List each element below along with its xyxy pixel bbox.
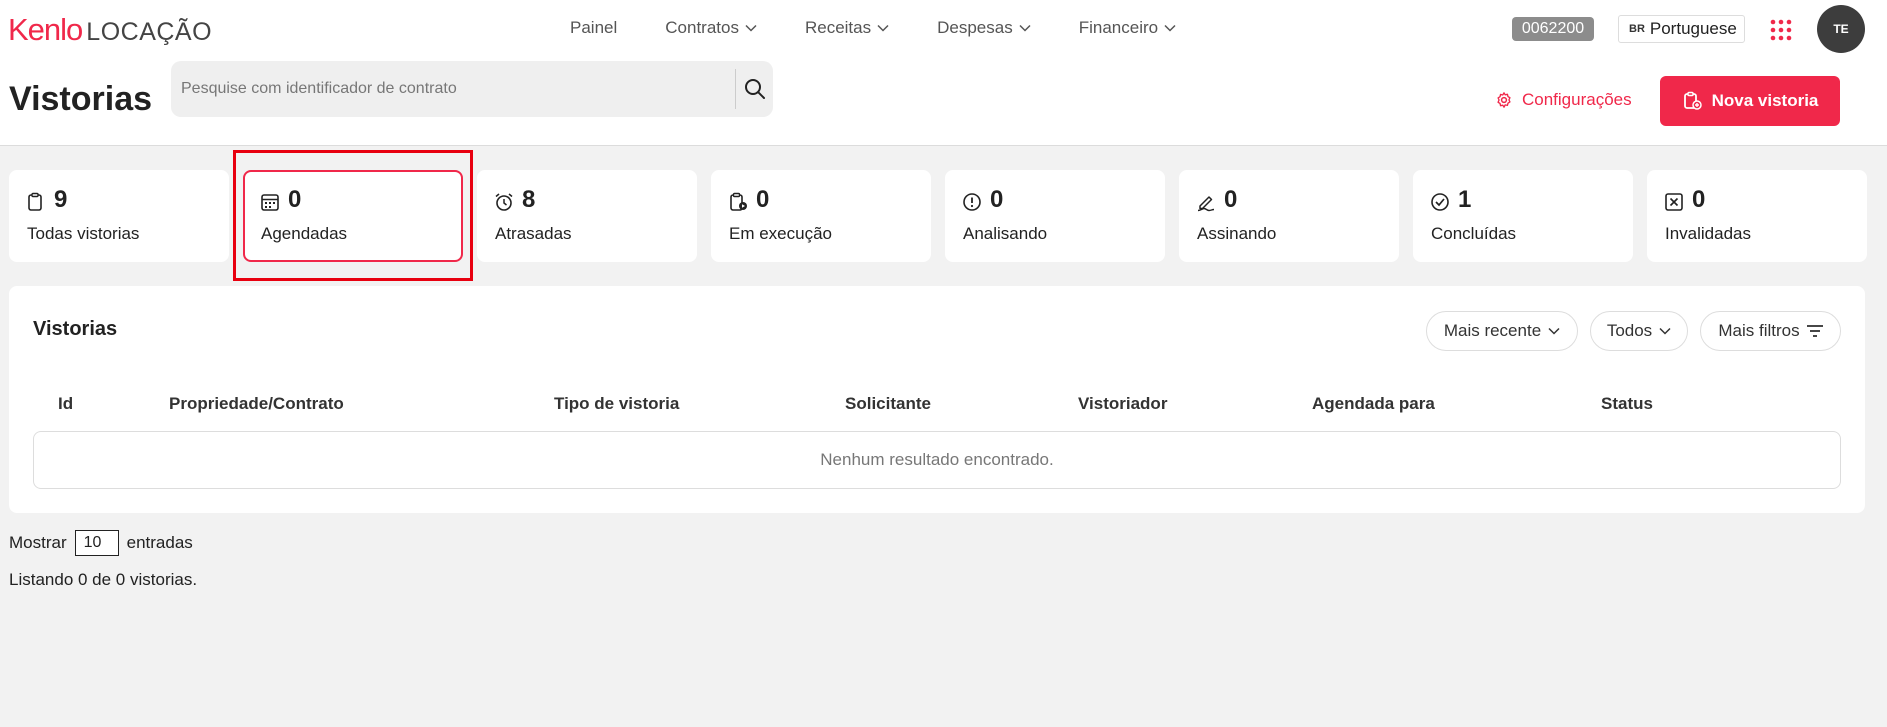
page-size-control: Mostrar 10 entradas — [9, 530, 193, 556]
search-icon — [745, 79, 765, 99]
stat-card-atrasadas[interactable]: 8 Atrasadas — [477, 170, 697, 262]
logo-brand: Kenlo — [8, 12, 83, 47]
alarm-clock-icon — [495, 193, 513, 211]
stat-card-todas[interactable]: 9 Todas vistorias — [9, 170, 229, 262]
stat-label: Concluídas — [1431, 224, 1517, 243]
clipboard-add-icon — [1683, 91, 1702, 110]
chevron-down-icon — [1548, 327, 1560, 335]
stat-label: Invalidadas — [1665, 224, 1752, 243]
stat-card-invalidadas[interactable]: 0 Invalidadas — [1647, 170, 1867, 262]
logo-sub: LOCAÇÃO — [86, 18, 213, 46]
clipboard-icon — [28, 192, 42, 211]
inspections-panel: Vistorias Mais recente Todos Mais filtro… — [9, 286, 1865, 513]
stat-count: 8 — [522, 186, 536, 213]
page-size-input[interactable]: 10 — [74, 530, 119, 556]
stat-label: Analisando — [963, 224, 1048, 243]
panel-title: Vistorias — [33, 318, 118, 340]
column-header-property[interactable]: Propriedade/Contrato — [169, 394, 344, 414]
chevron-down-icon — [1019, 24, 1031, 32]
stat-count: 0 — [288, 186, 302, 213]
search-divider — [735, 69, 736, 109]
chevron-down-icon — [1659, 327, 1671, 335]
stat-count: 0 — [1224, 186, 1238, 213]
x-square-icon — [1665, 193, 1683, 211]
stat-label: Atrasadas — [495, 224, 572, 243]
stat-count: 1 — [1458, 186, 1472, 213]
settings-link[interactable]: Configurações — [1495, 90, 1632, 110]
stat-count: 0 — [756, 186, 770, 213]
column-header-inspector[interactable]: Vistoriador — [1078, 394, 1167, 414]
nav-label: Contratos — [665, 18, 739, 37]
clipboard-play-icon — [730, 192, 747, 211]
nav-label: Receitas — [804, 18, 872, 37]
column-header-requester[interactable]: Solicitante — [845, 394, 931, 414]
stat-count: 0 — [990, 186, 1004, 213]
avatar[interactable]: TE — [1817, 5, 1865, 53]
column-header-scheduled[interactable]: Agendada para — [1312, 394, 1435, 414]
main-nav: Painel Contratos Receitas Despesas Finan… — [570, 18, 1224, 38]
search-button[interactable] — [741, 75, 769, 103]
more-filters-button[interactable]: Mais filtros — [1700, 311, 1841, 351]
column-header-status[interactable]: Status — [1601, 394, 1653, 414]
apps-grid-icon[interactable] — [1770, 19, 1792, 41]
status-dropdown[interactable]: Todos — [1590, 311, 1688, 351]
nav-item-contratos[interactable]: Contratos — [665, 18, 757, 38]
stat-card-assinando[interactable]: 0 Assinando — [1179, 170, 1399, 262]
calendar-icon — [261, 194, 279, 211]
nav-item-painel[interactable]: Painel — [570, 18, 617, 38]
app-logo[interactable]: Kenlo LOCAÇÃO — [8, 12, 212, 48]
nav-label: Financeiro — [1078, 18, 1159, 37]
show-label: Mostrar — [9, 533, 67, 552]
stat-card-agendadas[interactable]: 0 Agendadas — [243, 170, 463, 262]
sort-dropdown[interactable]: Mais recente — [1426, 311, 1578, 351]
search-input[interactable] — [181, 75, 741, 103]
stat-card-concluidas[interactable]: 1 Concluídas — [1413, 170, 1633, 262]
nav-item-despesas[interactable]: Despesas — [937, 18, 1031, 38]
nav-item-financeiro[interactable]: Financeiro — [1079, 18, 1176, 38]
entries-label: entradas — [126, 533, 193, 552]
stat-card-em-execucao[interactable]: 0 Em execução — [711, 170, 931, 262]
stat-label: Assinando — [1197, 224, 1277, 243]
top-header: Kenlo LOCAÇÃO Painel Contratos Receitas … — [0, 0, 1887, 146]
settings-label: Configurações — [1522, 90, 1632, 109]
account-code-badge[interactable]: 0062200 — [1512, 17, 1594, 41]
signature-pen-icon — [1197, 196, 1215, 212]
flag-icon: BR — [1629, 23, 1645, 35]
stat-count: 0 — [1692, 186, 1706, 213]
new-inspection-button[interactable]: Nova vistoria — [1660, 76, 1840, 126]
page-title: Vistorias — [9, 80, 153, 118]
chevron-down-icon — [877, 24, 889, 32]
chevron-down-icon — [745, 24, 757, 32]
new-inspection-label: Nova vistoria — [1711, 91, 1819, 110]
gear-icon — [1497, 92, 1511, 108]
column-header-type[interactable]: Tipo de vistoria — [554, 394, 679, 414]
status-filter-label: Todos — [1606, 321, 1653, 340]
nav-item-receitas[interactable]: Receitas — [805, 18, 889, 38]
alert-circle-icon — [963, 193, 981, 211]
chevron-down-icon — [1164, 24, 1176, 32]
empty-state-row: Nenhum resultado encontrado. — [33, 431, 1841, 489]
check-circle-icon — [1431, 193, 1449, 211]
listing-summary: Listando 0 de 0 vistorias. — [9, 570, 198, 589]
filter-icon — [1806, 325, 1823, 337]
nav-label: Despesas — [937, 18, 1013, 37]
more-filters-label: Mais filtros — [1718, 321, 1800, 340]
stat-label: Agendadas — [261, 224, 348, 243]
column-header-id[interactable]: Id — [58, 394, 73, 414]
language-label: Portuguese — [1649, 19, 1737, 38]
stat-label: Todas vistorias — [27, 224, 140, 243]
stat-count: 9 — [54, 186, 68, 213]
nav-label: Painel — [570, 18, 618, 37]
language-select[interactable]: BR Portuguese — [1618, 15, 1745, 43]
sort-label: Mais recente — [1443, 321, 1542, 340]
stat-card-analisando[interactable]: 0 Analisando — [945, 170, 1165, 262]
stat-label: Em execução — [729, 224, 832, 243]
search-box — [171, 61, 773, 117]
